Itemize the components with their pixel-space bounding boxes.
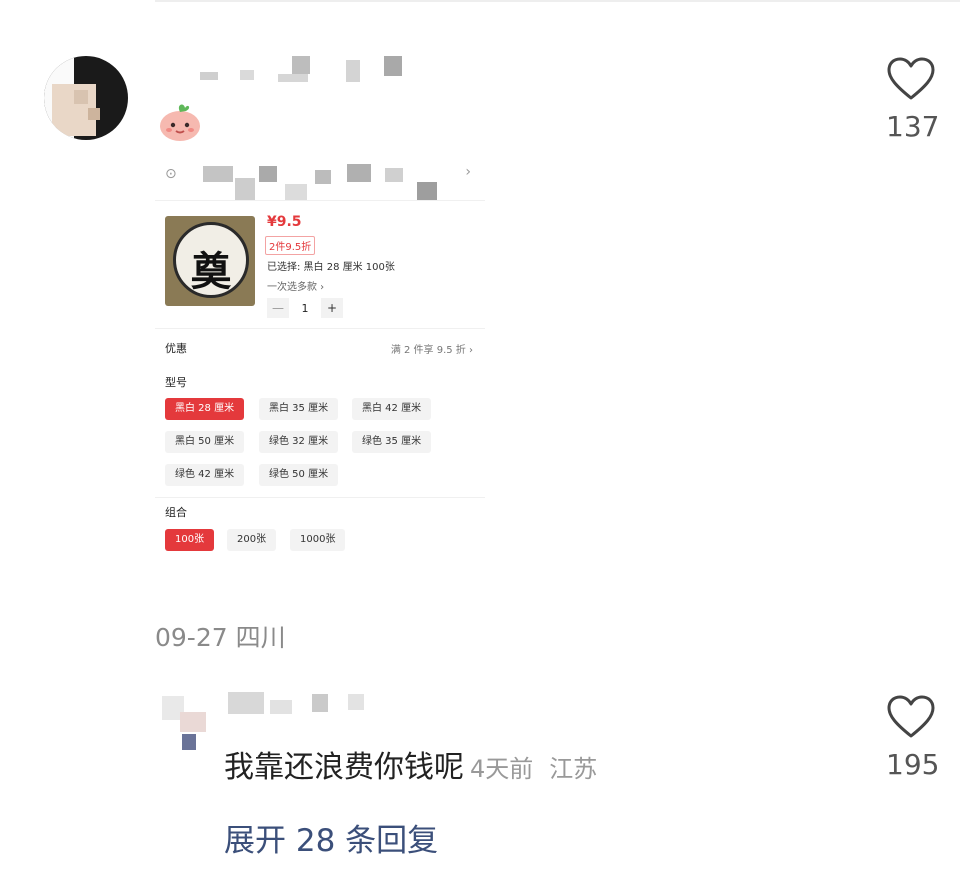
model-label: 型号 bbox=[165, 376, 187, 389]
increment-button[interactable]: + bbox=[321, 298, 343, 318]
promo-label: 优惠 bbox=[165, 342, 187, 355]
comment-meta: 09-27 四川 bbox=[155, 618, 286, 654]
heart-outline-icon[interactable] bbox=[886, 56, 936, 102]
promo-value[interactable]: 满 2 件享 9.5 折 › bbox=[391, 341, 473, 356]
model-chip[interactable]: 黑白 35 厘米 bbox=[259, 398, 339, 420]
combo-chip[interactable]: 100张 bbox=[165, 529, 215, 551]
product-price: ¥9.5 bbox=[267, 214, 302, 230]
comment-like[interactable]: 137 bbox=[886, 56, 940, 143]
model-chip[interactable]: 黑白 42 厘米 bbox=[352, 398, 432, 420]
expand-replies-link[interactable]: 展开 28 条回复 bbox=[224, 815, 438, 860]
quantity-value: 1 bbox=[301, 301, 309, 315]
address-row[interactable]: ⊙ › bbox=[155, 148, 485, 201]
comment-date: 09-27 bbox=[155, 623, 228, 652]
comment-location: 四川 bbox=[235, 623, 286, 652]
reply-time: 4天前 bbox=[470, 755, 534, 783]
commenter-avatar[interactable] bbox=[44, 56, 128, 140]
top-divider bbox=[155, 0, 960, 2]
decrement-button[interactable]: — bbox=[267, 298, 289, 318]
quantity-stepper[interactable]: — 1 + bbox=[267, 298, 343, 318]
like-count: 195 bbox=[886, 748, 940, 781]
selected-spec: 已选择: 黑白 28 厘米 100张 bbox=[267, 262, 395, 273]
peach-face-sticker-icon bbox=[160, 104, 200, 141]
model-chip[interactable]: 绿色 32 厘米 bbox=[259, 431, 339, 453]
location-pin-icon: ⊙ bbox=[165, 166, 177, 182]
combo-chip[interactable]: 1000张 bbox=[290, 529, 346, 551]
chevron-right-icon: › bbox=[465, 164, 471, 180]
model-chip[interactable]: 绿色 50 厘米 bbox=[259, 464, 339, 486]
product-selection-screenshot: ⊙ › 奠 ¥9.5 2件9.5折 已选择: 黑白 28 厘米 100张 一次选… bbox=[155, 148, 485, 563]
model-chip[interactable]: 黑白 28 厘米 bbox=[165, 398, 245, 420]
model-chip[interactable]: 黑白 50 厘米 bbox=[165, 431, 245, 453]
model-chip[interactable]: 绿色 42 厘米 bbox=[165, 464, 245, 486]
heart-outline-icon[interactable] bbox=[886, 694, 936, 740]
reply-location: 江苏 bbox=[549, 755, 598, 783]
combo-chip[interactable]: 200张 bbox=[227, 529, 277, 551]
model-chip[interactable]: 绿色 35 厘米 bbox=[352, 431, 432, 453]
discount-badge: 2件9.5折 bbox=[265, 236, 316, 255]
multi-select-link[interactable]: 一次选多款 › bbox=[267, 278, 324, 293]
combo-label: 组合 bbox=[165, 506, 187, 519]
reply-content[interactable]: 我靠还浪费你钱呢 4天前 江苏 bbox=[224, 742, 597, 786]
reply-like[interactable]: 195 bbox=[886, 694, 940, 781]
like-count: 137 bbox=[886, 110, 940, 143]
reply-text: 我靠还浪费你钱呢 bbox=[224, 750, 464, 785]
reply-avatar[interactable] bbox=[162, 688, 210, 752]
product-image: 奠 bbox=[165, 216, 255, 306]
